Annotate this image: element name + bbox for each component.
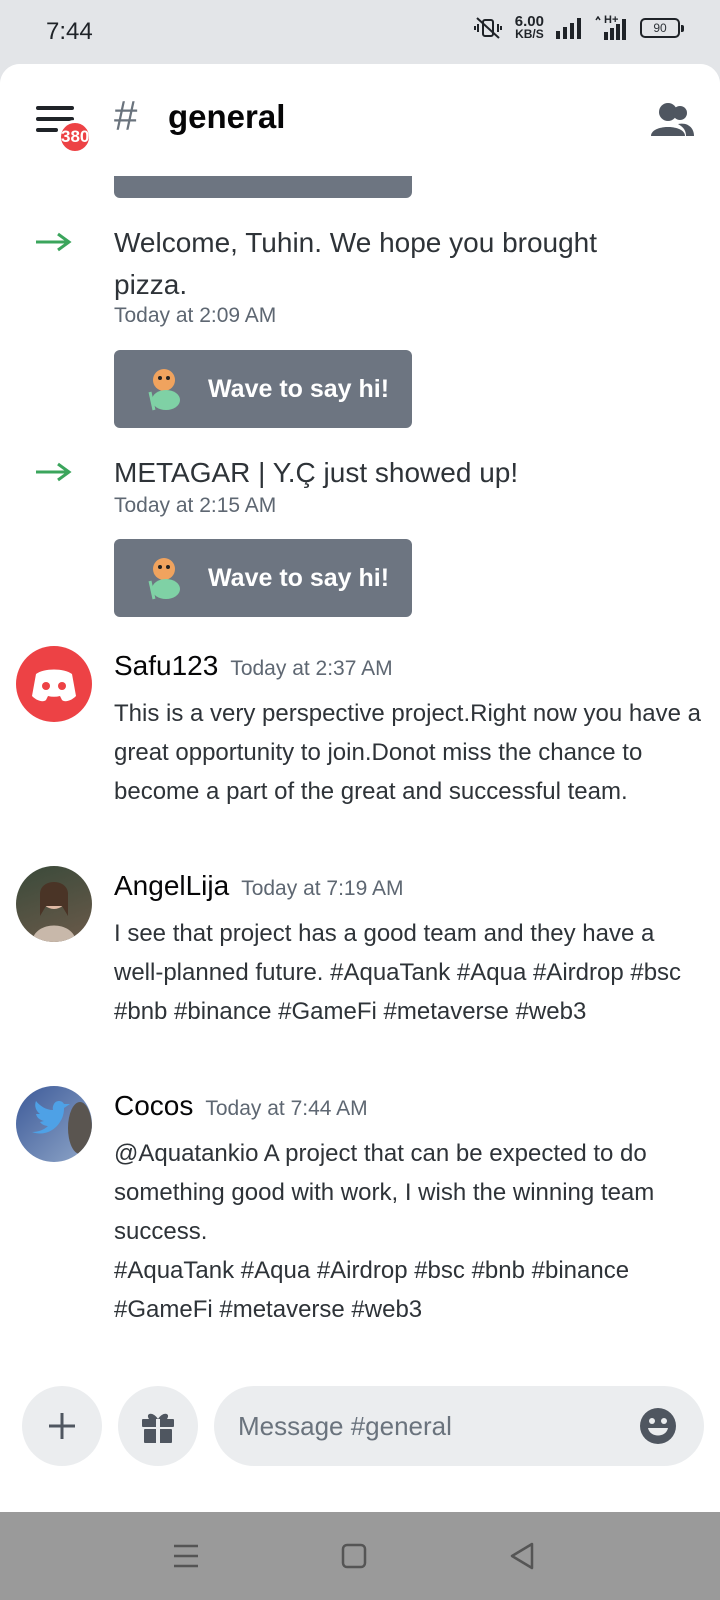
join-arrow-icon: [36, 232, 72, 252]
twitter-bird-icon: [32, 1101, 92, 1154]
author-name[interactable]: Cocos: [114, 1090, 193, 1121]
hamburger-icon-line: [36, 128, 58, 132]
plus-icon: [49, 1413, 75, 1439]
status-time: 7:44: [46, 18, 93, 45]
status-bar: 7:44 6.00 KB/S H+ 90: [0, 0, 720, 64]
message-body-text: @Aquatankio A project that can be expect…: [114, 1140, 655, 1245]
system-message-time: Today at 2:09 AM: [114, 304, 277, 327]
members-button[interactable]: [648, 100, 696, 140]
back-icon[interactable]: [504, 1538, 540, 1574]
add-attachment-button[interactable]: [22, 1386, 102, 1466]
message-author[interactable]: AngelLija Today at 7:19 AM: [114, 870, 403, 902]
home-icon[interactable]: [336, 1538, 372, 1574]
system-message-time: Today at 2:15 AM: [114, 494, 277, 517]
chat-panel: 380 # general Welcome, Tuhin. We hope yo…: [0, 64, 720, 1512]
message-author[interactable]: Cocos Today at 7:44 AM: [114, 1090, 368, 1122]
gift-icon: [142, 1413, 174, 1443]
recent-apps-icon[interactable]: [168, 1538, 204, 1574]
wave-button-label: Wave to say hi!: [208, 374, 390, 403]
gift-button[interactable]: [118, 1386, 198, 1466]
message-time: Today at 2:37 AM: [230, 657, 393, 680]
signal-icon: [556, 18, 581, 39]
wumpus-wave-sticker-icon: [148, 369, 180, 411]
avatar[interactable]: [16, 866, 92, 942]
avatar[interactable]: [16, 646, 92, 722]
hamburger-icon: [36, 106, 74, 110]
message-input[interactable]: [238, 1386, 608, 1466]
discord-logo-icon: [32, 669, 76, 702]
channel-header: 380 # general: [0, 64, 720, 176]
chat-message: Safu123 Today at 2:37 AM This is a very p…: [0, 646, 720, 856]
signal-hplus-icon: H+: [594, 14, 628, 40]
emoji-icon[interactable]: [638, 1406, 678, 1446]
author-name[interactable]: AngelLija: [114, 870, 229, 901]
channel-hash-icon: #: [114, 92, 138, 139]
join-arrow-icon: [36, 462, 72, 482]
system-nav-bar: [0, 1512, 720, 1600]
wumpus-wave-sticker-icon: [148, 558, 180, 600]
author-name[interactable]: Safu123: [114, 650, 218, 681]
net-speed: 6.00 KB/S: [514, 13, 544, 41]
members-icon: [651, 103, 694, 136]
wave-button[interactable]: Wave to say hi!: [114, 350, 412, 428]
wave-button[interactable]: Wave to say hi!: [114, 539, 412, 617]
menu-button[interactable]: 380: [36, 102, 93, 154]
message-input-box[interactable]: [214, 1386, 704, 1466]
unread-badge: 380: [58, 120, 93, 154]
wave-button-label: Wave to say hi!: [208, 563, 390, 592]
avatar[interactable]: [16, 1086, 92, 1162]
message-body: This is a very perspective project.Right…: [114, 700, 701, 805]
battery-indicator: 90: [640, 18, 684, 38]
message-author[interactable]: Safu123 Today at 2:37 AM: [114, 650, 393, 682]
status-icons: 6.00 KB/S H+ 90: [473, 13, 684, 41]
channel-title[interactable]: general: [168, 98, 285, 136]
message-time: Today at 7:19 AM: [241, 877, 404, 900]
message-body: @Aquatankio A project that can be expect…: [114, 1134, 704, 1329]
composer-bar: [0, 1320, 720, 1466]
user-photo-icon: [32, 882, 76, 942]
system-message-text: METAGAR | Y.Ç just showed up!: [114, 457, 519, 488]
vibrate-mute-icon: [473, 17, 502, 39]
message-body-hashtags: #AquaTank #Aqua #Airdrop #bsc #bnb #bina…: [114, 1257, 630, 1323]
chat-message: Cocos Today at 7:44 AM @Aquatankio A proj…: [0, 1086, 720, 1346]
chat-message: AngelLija Today at 7:19 AM I see that pro…: [0, 866, 720, 1076]
message-body: I see that project has a good team and t…: [114, 920, 682, 1025]
message-time: Today at 7:44 AM: [205, 1097, 368, 1120]
system-message-text: Welcome, Tuhin. We hope you brought pizz…: [114, 227, 598, 300]
